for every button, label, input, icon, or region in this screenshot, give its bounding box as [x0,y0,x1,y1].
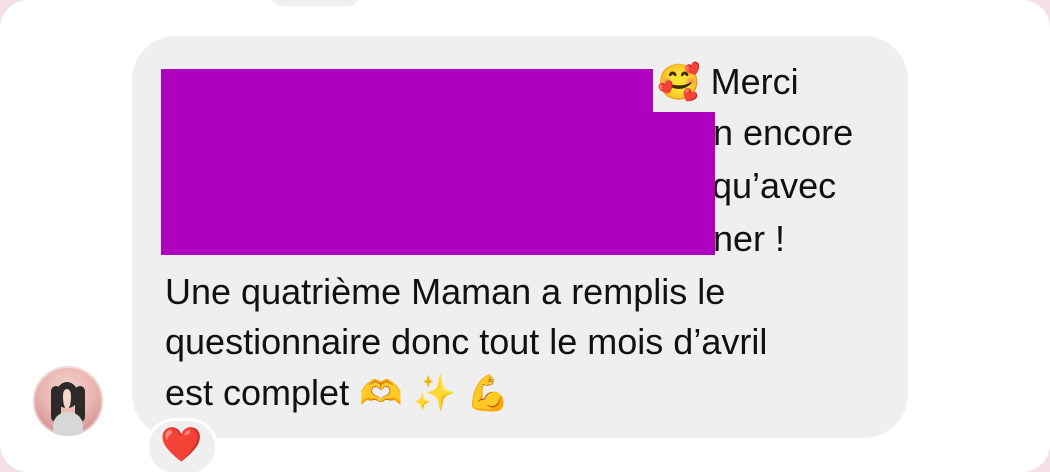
red-heart-icon[interactable]: ❤️ [160,428,202,462]
contact-avatar[interactable] [33,366,103,436]
message-line-7-text: est complet [165,372,350,413]
avatar-body [53,412,83,436]
avatar-face [56,382,78,408]
message-line-2-text: n encore [713,112,854,153]
chat-screen: 🥰 Merci n encore qu’avec ner ! Une quatr… [0,0,1050,472]
sparkles-icon: ✨ [412,373,457,413]
message-line-7: est complet 🫶 ✨ 💪 [165,367,510,419]
message-line-4-text: ner ! [713,218,786,259]
message-line-3: qu’avec [712,160,836,212]
smiling-face-with-hearts-icon: 🥰 [657,62,701,102]
message-line-3-text: qu’avec [712,165,837,206]
message-line-2: n encore [713,107,853,159]
message-line-6: questionnaire donc tout le mois d’avril [165,321,768,362]
message-line-4: ner ! [713,213,785,265]
heart-hands-icon: 🫶 [359,373,403,413]
message-line-5: Une quatrième Maman a remplis le [165,271,726,312]
flexed-biceps-icon: 💪 [466,373,510,413]
top-edge-shadow [270,0,360,6]
message-line-1-text: Merci [710,61,799,102]
message-line-1: 🥰 Merci [657,56,799,108]
redaction-block-top [161,69,653,115]
redaction-block-main [161,112,715,255]
